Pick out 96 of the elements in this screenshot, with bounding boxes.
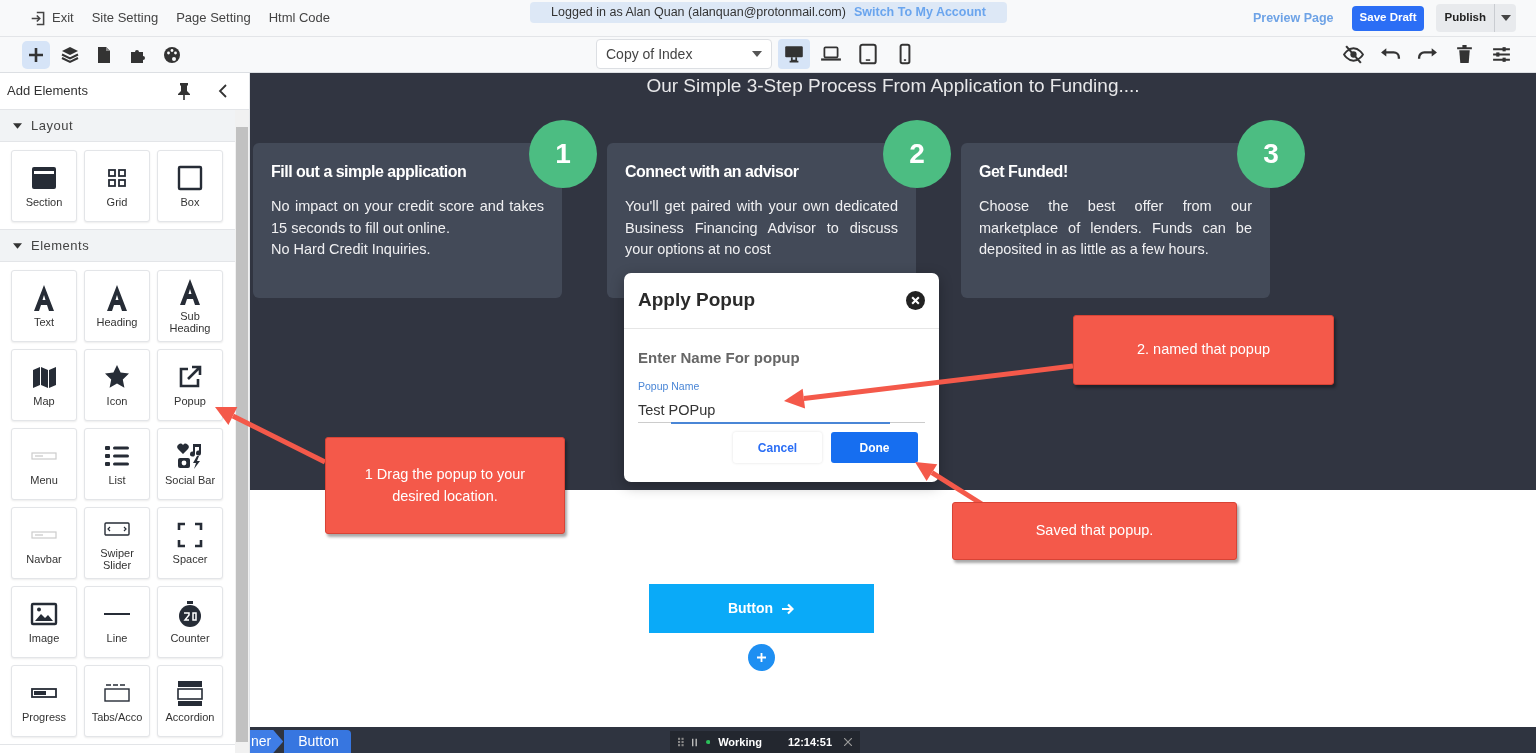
layers-icon <box>60 44 80 65</box>
caret-icon <box>13 122 22 129</box>
status-text: Working <box>718 734 762 750</box>
pin-icon <box>176 82 192 100</box>
scrollbar-thumb[interactable] <box>236 127 248 742</box>
caret-icon <box>752 51 762 57</box>
chevron-left-icon <box>218 84 228 98</box>
element-tile[interactable]: Navbar <box>11 507 77 579</box>
bar-icon <box>31 452 57 460</box>
element-tile[interactable]: Map <box>11 349 77 421</box>
menu-item[interactable]: Html Code <box>268 8 331 28</box>
callout-note: 1 Drag the popup to your desired location. <box>325 437 565 534</box>
close-button[interactable] <box>906 291 925 310</box>
toolbar-button[interactable] <box>1454 44 1475 65</box>
social-icons-drawing <box>176 442 204 470</box>
step-text: Choose the best offer from our marketplace of lenders. Funds can be deposited in as little as a few hours. <box>979 197 1252 259</box>
menu-item[interactable]: Site Setting <box>91 8 159 28</box>
settings-icon <box>1491 44 1512 65</box>
add-button[interactable] <box>747 644 775 671</box>
close-icon <box>906 291 925 310</box>
element-tile[interactable]: Grid <box>84 150 150 222</box>
element-tile[interactable]: Progress <box>11 665 77 737</box>
collapse-button[interactable] <box>218 84 228 98</box>
status-time: 12:14:51 <box>787 734 832 750</box>
menu-item[interactable]: Exit <box>30 8 74 28</box>
accordion-icon <box>176 679 204 707</box>
element-tile[interactable]: Popup <box>157 349 223 421</box>
step-title: Connect with an advisor <box>625 162 800 182</box>
element-tile[interactable]: Spacer <box>157 507 223 579</box>
element-tile[interactable]: Counter <box>157 586 223 658</box>
group-header[interactable]: Layout <box>0 110 236 142</box>
spacer-icon <box>176 521 204 549</box>
image-icon <box>30 600 58 628</box>
element-tile[interactable]: List <box>84 428 150 500</box>
scrollbar[interactable] <box>235 110 249 753</box>
breadcrumb-item[interactable]: Button <box>284 730 351 753</box>
element-tile[interactable]: Menu <box>11 428 77 500</box>
step-title: Get Funded! <box>979 162 1069 182</box>
toolbar-button[interactable] <box>1491 44 1512 65</box>
cancel-button[interactable]: Cancel <box>733 432 822 464</box>
bar-icon <box>31 531 57 539</box>
plus-icon <box>756 653 766 662</box>
step-text: No impact on your credit score and takes 15 seconds to fill out online. No Hard Credit Inquiries. <box>271 197 544 259</box>
callout-note: Saved that popup. <box>952 502 1237 560</box>
arrow-right-icon <box>781 602 795 615</box>
caret-icon <box>13 242 22 249</box>
step-text: You'll get paired with your own dedicated Business Financing Advisor to discuss your options at no cost <box>625 197 898 259</box>
element-tile[interactable]: Heading <box>84 270 150 342</box>
field-label: Popup Name <box>638 378 701 394</box>
tablet-icon <box>857 43 879 65</box>
element-tile[interactable]: Accordion <box>157 665 223 737</box>
device-button[interactable] <box>778 39 810 69</box>
breadcrumb-item[interactable]: ner <box>250 730 284 753</box>
close-icon <box>844 738 852 746</box>
element-tile[interactable]: Tabs/Acco <box>84 665 150 737</box>
exit-icon <box>30 9 47 27</box>
status-dot-icon <box>705 739 711 745</box>
tool-button[interactable] <box>22 40 50 69</box>
element-tile[interactable]: Sub Heading <box>157 270 223 342</box>
section-heading: Our Simple 3-Step Process From Application to Funding.... <box>646 75 1140 97</box>
section-icon <box>30 164 58 192</box>
callout-note: 2. named that popup <box>1073 315 1334 385</box>
step-number: 3 <box>1237 120 1305 188</box>
drag-handle-icon <box>678 736 685 748</box>
element-tile[interactable]: Box <box>157 150 223 222</box>
element-tile[interactable]: Section <box>11 150 77 222</box>
element-tile[interactable]: Image <box>11 586 77 658</box>
element-tile[interactable]: Text <box>11 270 77 342</box>
element-tile[interactable]: Icon <box>84 349 150 421</box>
box-icon <box>176 164 204 192</box>
panel-title: Add Elements <box>7 82 89 101</box>
step-title: Fill out a simple application <box>271 162 468 182</box>
element-tile[interactable]: Swiper Slider <box>84 507 150 579</box>
hide-icon <box>1343 44 1364 65</box>
element-tile[interactable]: Line <box>84 586 150 658</box>
login-text: Logged in as Alan Quan (alanquan@protonmail.com) <box>551 4 846 22</box>
publish-button[interactable]: Publish <box>1436 4 1494 32</box>
dialog-title: Apply Popup <box>638 288 757 313</box>
caret-icon <box>1500 15 1511 21</box>
element-tile[interactable]: Social Bar <box>157 428 223 500</box>
menu-item[interactable]: Page Setting <box>176 8 251 28</box>
step-number: 1 <box>529 120 597 188</box>
dialog-prompt: Enter Name For popup <box>638 348 801 368</box>
group-header[interactable]: Elements <box>0 230 236 262</box>
save-draft-button[interactable]: Save Draft <box>1351 5 1425 31</box>
step-number: 2 <box>883 120 951 188</box>
pin-button[interactable] <box>176 82 192 100</box>
line-icon <box>104 613 130 615</box>
toolbar-button[interactable] <box>1343 44 1364 65</box>
stopwatch-icon <box>176 600 204 628</box>
desktop-icon <box>783 43 805 65</box>
pause-icon <box>692 736 698 748</box>
palette-icon <box>162 44 182 65</box>
trash-icon <box>1454 44 1475 65</box>
done-button[interactable]: Done <box>831 432 918 464</box>
page-select[interactable]: Copy of Index <box>596 39 772 69</box>
